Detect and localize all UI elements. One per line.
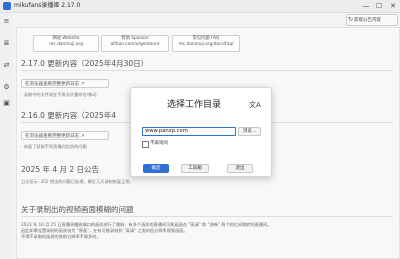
website-link-url: rec.danmuji.org	[49, 42, 83, 47]
workdir-path-input[interactable]: www.panxp.com	[142, 127, 236, 136]
view-changelog-button[interactable]: 在浏览器查看完整更新日志 ↗	[21, 131, 109, 140]
about-paragraph-line: 因此如果设置录制的画质仅为 "原画"，在有可能录制到 "高清" 之类的低分辨率视…	[21, 228, 188, 233]
app-logo-icon	[3, 2, 11, 10]
select-workdir-dialog: 选择工作目录 文A www.panxp.com 浏览... 不再询问 确定 工具…	[130, 87, 272, 177]
language-icon[interactable]: 文A	[249, 101, 261, 110]
faq-link-url: rec.danmuji.org/docs/faq/	[178, 42, 234, 47]
sponsor-link[interactable]: 赞助 Sponsor afdian.com/a/genteure	[101, 35, 169, 52]
left-nav-rail: ≡ ≣ ⇄ ⚙ ▣	[0, 13, 13, 259]
version-2160-heading: 2.16.0 更新内容（2025年4	[21, 111, 117, 120]
divider	[21, 70, 393, 71]
refresh-icon: ↻	[347, 16, 354, 23]
exit-button[interactable]: 退出	[227, 164, 253, 173]
minimize-button[interactable]: —	[360, 1, 372, 11]
toolbox-button[interactable]: 工具箱	[181, 164, 209, 173]
about-heading: 关于录制出的视频画面模糊的问题	[21, 205, 134, 214]
about-paragraph-line: 2023 年 10 月 25 日直播间播放端口的画质进行了限制，有多个画质的直播…	[21, 222, 272, 227]
close-button[interactable]: ✕	[387, 1, 399, 11]
menu-icon[interactable]: ≡	[2, 17, 11, 26]
about-paragraph-line: 不得不录制的画质的其他分辨率不够多时。	[21, 234, 101, 239]
title-bar: mikufans录播姬 2.17.0 — ☐ ✕	[0, 0, 400, 13]
window-title: mikufans录播姬 2.17.0	[14, 2, 81, 9]
dont-ask-label: 不再询问	[150, 141, 168, 146]
toolbox-icon[interactable]: ▣	[2, 99, 11, 108]
notice-heading: 2025 年 4 月 2 日公告	[21, 165, 100, 174]
ok-button[interactable]: 确定	[143, 164, 169, 173]
dont-ask-checkbox[interactable]	[142, 141, 149, 148]
sponsor-link-url: afdian.com/a/genteure	[110, 42, 160, 47]
browse-button[interactable]: 浏览...	[238, 127, 261, 136]
fetch-announcement-button[interactable]: ↻获取公告内容	[346, 14, 398, 26]
website-link[interactable]: 网站 Website rec.danmuji.org	[33, 35, 99, 52]
share-icon[interactable]: ⇄	[2, 61, 11, 70]
external-link-icon: ↗	[80, 81, 85, 87]
view-changelog-button[interactable]: 在浏览器查看完整更新日志 ↗	[21, 79, 109, 88]
changelog-note: - 修复了获取不到直播间信息的问题	[21, 144, 87, 149]
maximize-button[interactable]: ☐	[373, 1, 385, 11]
version-2170-heading: 2.17.0 更新内容（2025年4月30日）	[21, 59, 149, 68]
changelog-note: - 录制中的文件现在不再允许重命名/移动	[21, 92, 97, 97]
faq-link[interactable]: 常见问题 FAQ rec.danmuji.org/docs/faq/	[172, 35, 240, 52]
dialog-title: 选择工作目录	[167, 100, 222, 110]
view-changelog-label: 在浏览器查看完整更新日志	[25, 82, 79, 87]
fetch-announcement-label: 获取公告内容	[354, 18, 381, 23]
notice-text: 日志显示 -352 错误的问题已处理，最近几天录制恢复正常。	[21, 179, 134, 184]
settings-icon[interactable]: ⚙	[2, 83, 11, 92]
view-changelog-label: 在浏览器查看完整更新日志	[25, 134, 79, 139]
external-link-icon: ↗	[80, 133, 85, 139]
announcement-icon[interactable]: ≣	[2, 39, 11, 48]
divider	[21, 216, 393, 217]
